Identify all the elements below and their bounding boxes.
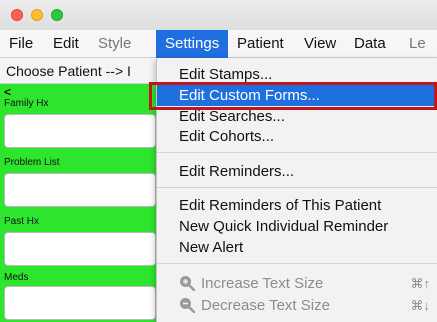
minimize-window-button[interactable] bbox=[31, 9, 43, 21]
menu-view[interactable]: View bbox=[297, 30, 343, 58]
menu-settings[interactable]: Settings bbox=[156, 30, 229, 58]
menu-item-edit-reminders-of-this-patient[interactable]: Edit Reminders of This Patient bbox=[157, 195, 437, 216]
menu-item-decrease-text-size[interactable]: Decrease Text Size ⌘↓ bbox=[157, 295, 437, 316]
decrease-text-size-label: Decrease Text Size bbox=[201, 297, 330, 314]
section-label-family-hx: Family Hx bbox=[4, 98, 49, 109]
patient-side-panel: < Family Hx Problem List Past Hx Meds bbox=[0, 84, 160, 322]
menu-edit[interactable]: Edit bbox=[46, 30, 86, 58]
menu-item-new-alert[interactable]: New Alert bbox=[157, 237, 437, 258]
family-hx-box[interactable] bbox=[4, 114, 156, 148]
menu-bar: File Edit Style Settings Patient View Da… bbox=[0, 30, 437, 58]
menu-data[interactable]: Data bbox=[347, 30, 393, 58]
section-label-meds: Meds bbox=[4, 272, 29, 283]
menu-le[interactable]: Le bbox=[402, 30, 433, 58]
close-window-button[interactable] bbox=[11, 9, 23, 21]
menu-separator bbox=[157, 263, 437, 264]
zoom-in-icon bbox=[180, 276, 195, 291]
menu-patient[interactable]: Patient bbox=[230, 30, 291, 58]
zoom-out-icon bbox=[180, 298, 195, 313]
title-bar bbox=[0, 0, 437, 30]
menu-separator bbox=[157, 187, 437, 188]
menu-item-increase-text-size[interactable]: Increase Text Size ⌘↑ bbox=[157, 273, 437, 294]
past-hx-box[interactable] bbox=[4, 232, 156, 266]
menu-item-edit-cohorts[interactable]: Edit Cohorts... bbox=[157, 126, 437, 147]
menu-item-edit-stamps[interactable]: Edit Stamps... bbox=[157, 64, 437, 85]
decrease-text-size-shortcut: ⌘↓ bbox=[410, 298, 431, 313]
menu-style[interactable]: Style bbox=[91, 30, 138, 58]
settings-dropdown-menu: Edit Stamps... Edit Custom Forms... Edit… bbox=[156, 58, 437, 322]
problem-list-box[interactable] bbox=[4, 173, 156, 207]
increase-text-size-label: Increase Text Size bbox=[201, 275, 324, 292]
zoom-window-button[interactable] bbox=[51, 9, 63, 21]
choose-patient-bar[interactable]: Choose Patient --> I bbox=[0, 58, 160, 84]
menu-item-edit-reminders[interactable]: Edit Reminders... bbox=[157, 161, 437, 182]
app-window: File Edit Style Settings Patient View Da… bbox=[0, 0, 437, 322]
menu-item-new-quick-individual-reminder[interactable]: New Quick Individual Reminder bbox=[157, 216, 437, 237]
menu-item-edit-custom-forms[interactable]: Edit Custom Forms... bbox=[157, 85, 437, 106]
menu-item-edit-searches[interactable]: Edit Searches... bbox=[157, 106, 437, 127]
section-label-past-hx: Past Hx bbox=[4, 216, 40, 227]
menu-file[interactable]: File bbox=[2, 30, 40, 58]
section-label-problem-list: Problem List bbox=[4, 157, 60, 168]
back-chevron-icon[interactable]: < bbox=[4, 86, 11, 98]
meds-box[interactable] bbox=[4, 286, 156, 320]
menu-separator bbox=[157, 152, 437, 153]
increase-text-size-shortcut: ⌘↑ bbox=[410, 276, 431, 291]
